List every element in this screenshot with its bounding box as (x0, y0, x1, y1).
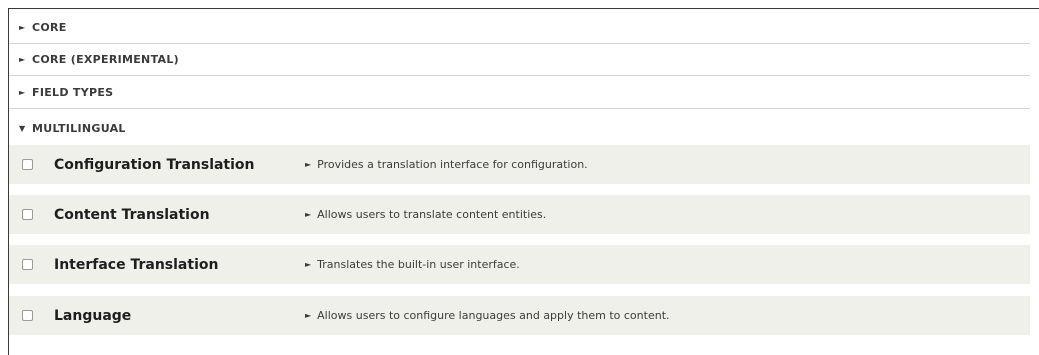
group-multilingual-label: MULTILINGUAL (32, 121, 126, 135)
group-multilingual-toggle[interactable]: ▼ MULTILINGUAL (9, 112, 1030, 144)
module-name: Configuration Translation (54, 156, 255, 173)
module-row-language: Language ► Allows users to configure lan… (9, 296, 1030, 335)
module-row-configuration-translation: Configuration Translation ► Provides a t… (9, 145, 1030, 184)
expand-triangle-icon: ► (305, 160, 312, 169)
collapse-triangle-icon: ▼ (19, 123, 26, 133)
module-description: Provides a translation interface for con… (317, 158, 588, 171)
module-description-toggle[interactable]: ► Allows users to configure languages an… (305, 309, 670, 322)
module-name: Content Translation (54, 206, 210, 223)
enable-checkbox[interactable] (22, 159, 33, 170)
enable-checkbox[interactable] (22, 259, 33, 270)
module-row-interface-translation: Interface Translation ► Translates the b… (9, 245, 1030, 284)
module-description-toggle[interactable]: ► Provides a translation interface for c… (305, 158, 588, 171)
module-name: Interface Translation (54, 256, 219, 273)
group-core-label: CORE (32, 21, 67, 34)
expand-triangle-icon: ► (19, 88, 26, 97)
enable-checkbox[interactable] (22, 209, 33, 220)
group-field-types-toggle[interactable]: ► FIELD TYPES (9, 77, 1030, 109)
group-core-toggle[interactable]: ► CORE (9, 12, 1030, 44)
expand-triangle-icon: ► (19, 23, 26, 32)
group-core-experimental-label: CORE (EXPERIMENTAL) (32, 53, 179, 66)
module-description-toggle[interactable]: ► Allows users to translate content enti… (305, 208, 546, 221)
module-name: Language (54, 307, 132, 324)
module-description: Allows users to translate content entiti… (317, 208, 547, 221)
expand-triangle-icon: ► (305, 311, 312, 320)
module-row-content-translation: Content Translation ► Allows users to tr… (9, 195, 1030, 234)
expand-triangle-icon: ► (19, 55, 26, 64)
module-description: Translates the built-in user interface. (317, 258, 520, 271)
module-description: Allows users to configure languages and … (317, 309, 670, 322)
group-core-experimental-toggle[interactable]: ► CORE (EXPERIMENTAL) (9, 44, 1030, 76)
module-description-toggle[interactable]: ► Translates the built-in user interface… (305, 258, 520, 271)
expand-triangle-icon: ► (305, 260, 312, 269)
enable-checkbox[interactable] (22, 310, 33, 321)
group-field-types-label: FIELD TYPES (32, 86, 114, 99)
expand-triangle-icon: ► (305, 210, 312, 219)
